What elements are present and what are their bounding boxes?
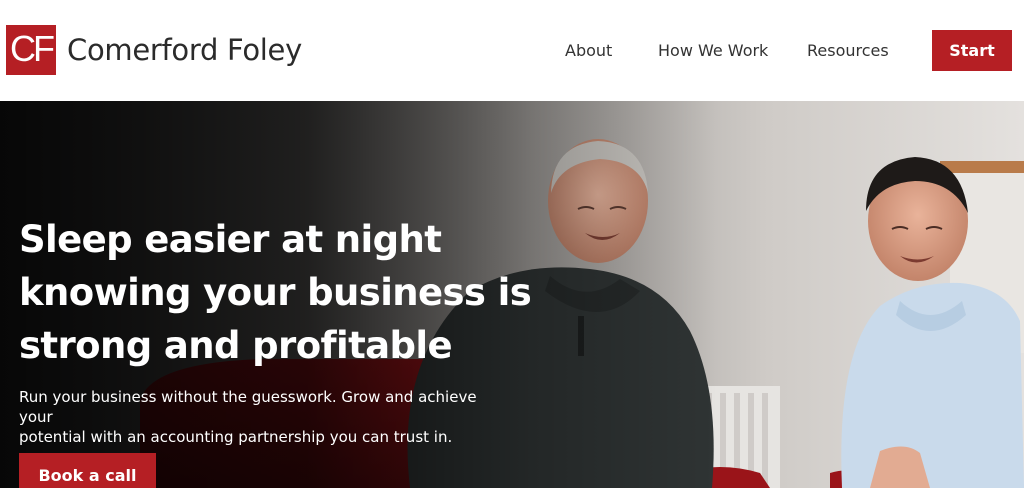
hero-heading-line: strong and profitable — [19, 324, 453, 367]
nav-resources-link[interactable]: Resources — [807, 40, 889, 62]
book-a-call-button[interactable]: Book a call — [19, 453, 156, 488]
hero-subtext-line: Run your business without the guesswork.… — [19, 388, 477, 426]
start-button[interactable]: Start — [932, 30, 1012, 71]
site-header: CF Comerford Foley About How We Work Res… — [0, 0, 1024, 101]
logo-letters: CF — [10, 28, 55, 69]
hero-subtext-line: potential with an accounting partnership… — [19, 428, 453, 446]
hero-heading: Sleep easier at night knowing your busin… — [19, 213, 539, 372]
hero-subtext: Run your business without the guesswork.… — [19, 387, 499, 447]
hero-section: Sleep easier at night knowing your busin… — [0, 101, 1024, 488]
logo-mark[interactable]: CF — [6, 25, 56, 75]
hero-heading-line: Sleep easier at night — [19, 218, 442, 261]
nav-how-we-work-link[interactable]: How We Work — [658, 40, 768, 62]
brand-name[interactable]: Comerford Foley — [67, 32, 302, 68]
nav-about-link[interactable]: About — [565, 40, 612, 62]
hero-heading-line: knowing your business is — [19, 271, 532, 314]
